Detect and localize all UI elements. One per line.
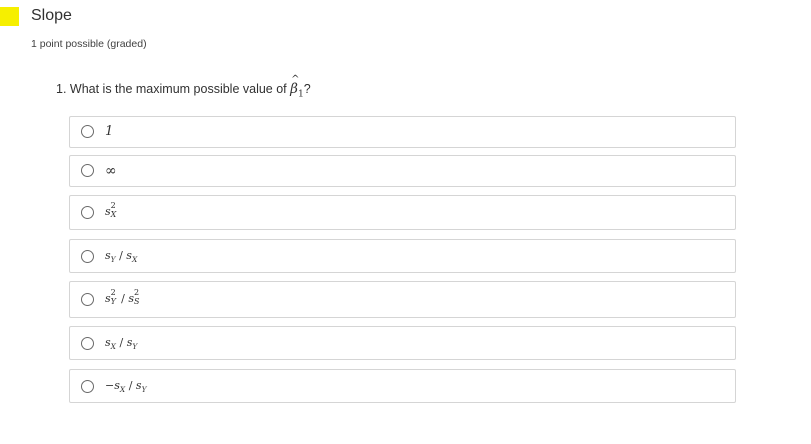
choice-label: s2Y / s2S <box>105 288 140 306</box>
choice-option-7[interactable]: −sX / sY <box>69 369 736 403</box>
radio-button[interactable] <box>81 293 94 306</box>
radio-button[interactable] <box>81 164 94 177</box>
choice-option-4[interactable]: sY / sX <box>69 239 736 273</box>
radio-button[interactable] <box>81 337 94 350</box>
choice-label: s2X <box>105 201 117 219</box>
choice-label: −sX / sY <box>105 379 147 395</box>
question-text: 1. What is the maximum possible value of… <box>56 74 311 99</box>
choice-option-2[interactable]: ∞ <box>69 155 736 187</box>
choice-option-6[interactable]: sX / sY <box>69 326 736 360</box>
hat-accent-icon: ^ <box>291 74 300 85</box>
choice-label: 1 <box>105 124 114 139</box>
choice-option-5[interactable]: s2Y / s2S <box>69 281 736 318</box>
radio-button[interactable] <box>81 250 94 263</box>
beta-hat-symbol: ^ β1 <box>290 74 304 99</box>
radio-button[interactable] <box>81 125 94 138</box>
radio-button[interactable] <box>81 380 94 393</box>
choice-label: ∞ <box>105 163 117 179</box>
problem-title: Slope <box>31 7 72 24</box>
question-suffix: ? <box>303 82 311 96</box>
choice-label: sX / sY <box>105 336 138 352</box>
question-prefix: 1. What is the maximum possible value of <box>56 82 291 96</box>
choice-option-3[interactable]: s2X <box>69 195 736 230</box>
points-possible: 1 point possible (graded) <box>31 38 147 50</box>
choice-label: sY / sX <box>105 249 138 265</box>
choice-option-1[interactable]: 1 <box>69 116 736 148</box>
radio-button[interactable] <box>81 206 94 219</box>
problem-marker <box>0 7 19 26</box>
